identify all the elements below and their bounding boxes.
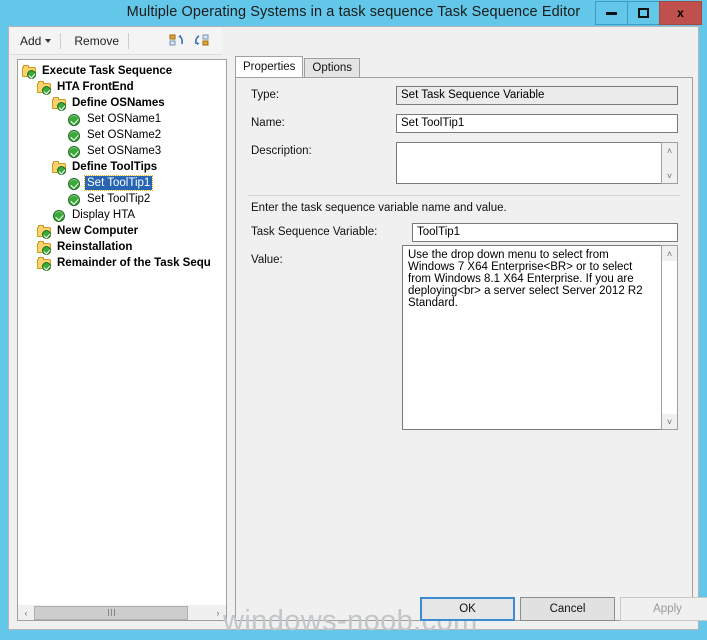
value-label: Value: — [251, 254, 283, 266]
green-check-icon — [67, 177, 82, 190]
cancel-button[interactable]: Cancel — [520, 597, 615, 621]
value-scrollbar[interactable]: ˄ ˅ — [661, 245, 678, 430]
name-input[interactable]: Set ToolTip1 — [396, 114, 678, 133]
add-button[interactable]: Add — [14, 32, 57, 50]
scroll-left-arrow-icon[interactable]: ‹ — [18, 606, 34, 620]
tree-item[interactable]: Define ToolTips — [18, 159, 226, 175]
minimize-button[interactable] — [595, 1, 628, 25]
tree-item-label: Define OSNames — [72, 97, 165, 109]
variable-input[interactable]: ToolTip1 — [412, 223, 678, 242]
description-scrollbar[interactable]: ˄ ˅ — [661, 142, 678, 184]
folder-check-icon — [37, 224, 52, 239]
task-sequence-editor-window: Multiple Operating Systems in a task seq… — [0, 0, 707, 640]
green-check-icon — [67, 145, 82, 158]
folder-check-icon — [37, 256, 52, 271]
green-check-icon — [52, 209, 67, 222]
tree-item[interactable]: Remainder of the Task Sequ — [18, 255, 226, 271]
tree-item-label: Set ToolTip2 — [87, 193, 151, 205]
tab-options[interactable]: Options — [304, 58, 361, 77]
remove-button[interactable]: Remove — [68, 32, 125, 50]
tree-item-label: Set OSName3 — [87, 145, 162, 157]
scroll-down-arrow-icon[interactable]: ˅ — [662, 414, 677, 429]
move-up-icon[interactable] — [168, 32, 188, 50]
folder-check-icon — [52, 160, 67, 175]
type-value: Set Task Sequence Variable — [396, 86, 678, 105]
toolbar-separator-2 — [128, 33, 130, 49]
tree-item[interactable]: Set ToolTip1 — [18, 175, 226, 191]
tree-item[interactable]: Set OSName3 — [18, 143, 226, 159]
green-check-icon — [67, 193, 82, 206]
tree-item[interactable]: Set OSName2 — [18, 127, 226, 143]
tree-item[interactable]: New Computer — [18, 223, 226, 239]
scrollbar-track[interactable] — [34, 605, 210, 620]
tree-item-label: Set OSName1 — [87, 113, 162, 125]
close-button[interactable]: x — [659, 1, 702, 25]
tab-strip: Properties Options — [235, 56, 361, 77]
apply-button: Apply — [620, 597, 707, 621]
tree-item[interactable]: Execute Task Sequence — [18, 63, 226, 79]
description-input[interactable] — [396, 142, 662, 184]
remove-button-label: Remove — [74, 34, 120, 48]
task-sequence-tree[interactable]: Execute Task Sequence HTA FrontEnd Define … — [17, 59, 227, 621]
folder-check-icon — [52, 96, 67, 111]
title-bar: Multiple Operating Systems in a task seq… — [0, 0, 707, 26]
tree-item-label: HTA FrontEnd — [57, 81, 134, 93]
ok-button[interactable]: OK — [420, 597, 515, 621]
grip-line — [110, 609, 112, 616]
green-check-icon — [67, 129, 82, 142]
tree-item-label: Set OSName2 — [87, 129, 162, 141]
toolbar-separator-1 — [60, 33, 62, 49]
grip-line — [113, 609, 115, 616]
type-label: Type: — [251, 89, 280, 101]
add-button-label: Add — [20, 34, 42, 48]
description-label: Description: — [251, 145, 312, 157]
folder-check-icon — [37, 80, 52, 95]
window-controls: x — [595, 1, 702, 25]
tree-item[interactable]: Reinstallation — [18, 239, 226, 255]
grip-line — [107, 609, 109, 616]
scroll-up-arrow-icon[interactable]: ˄ — [662, 246, 677, 261]
tree-item[interactable]: Set ToolTip2 — [18, 191, 226, 207]
value-input[interactable]: Use the drop down menu to select from Wi… — [402, 245, 662, 430]
tree-item-label: Remainder of the Task Sequ — [57, 257, 211, 269]
move-down-icon[interactable] — [192, 32, 212, 50]
folder-check-icon — [22, 64, 37, 79]
green-check-icon — [67, 113, 82, 126]
tree-root: Execute Task Sequence HTA FrontEnd Define … — [18, 63, 226, 271]
tree-item-label: Set ToolTip1 — [83, 175, 154, 191]
tree-item-label: Display HTA — [72, 209, 136, 221]
value-scroll-track[interactable] — [662, 261, 677, 414]
tree-item[interactable]: HTA FrontEnd — [18, 79, 226, 95]
variable-label: Task Sequence Variable: — [251, 226, 378, 238]
scroll-down-arrow-icon[interactable]: ˅ — [662, 168, 677, 183]
tree-horizontal-scrollbar[interactable]: ‹ › — [17, 605, 227, 621]
tab-properties[interactable]: Properties — [235, 56, 304, 77]
tree-item[interactable]: Define OSNames — [18, 95, 226, 111]
description-scroll-track[interactable] — [662, 158, 677, 168]
tree-item-label: Reinstallation — [57, 241, 133, 253]
tree-item-label: Execute Task Sequence — [42, 65, 173, 77]
tree-item-label: Define ToolTips — [72, 161, 158, 173]
tree-item[interactable]: Set OSName1 — [18, 111, 226, 127]
minimize-icon — [606, 11, 617, 15]
section-divider — [248, 195, 680, 196]
chevron-down-icon — [45, 39, 52, 43]
scroll-up-arrow-icon[interactable]: ˄ — [662, 143, 677, 158]
maximize-icon — [638, 8, 649, 18]
dialog-body: Add Remove Execute Task Sequence HTA Fro… — [8, 26, 707, 637]
instruction-text: Enter the task sequence variable name an… — [251, 202, 507, 214]
value-text: Use the drop down menu to select from Wi… — [408, 249, 643, 309]
maximize-button[interactable] — [627, 1, 660, 25]
toolbar: Add Remove — [10, 28, 222, 55]
tree-item[interactable]: Display HTA — [18, 207, 226, 223]
properties-panel: Type: Set Task Sequence Variable Name: S… — [235, 77, 693, 621]
tree-item-label: New Computer — [57, 225, 139, 237]
scrollbar-thumb[interactable] — [34, 605, 188, 620]
name-label: Name: — [251, 117, 285, 129]
folder-check-icon — [37, 240, 52, 255]
